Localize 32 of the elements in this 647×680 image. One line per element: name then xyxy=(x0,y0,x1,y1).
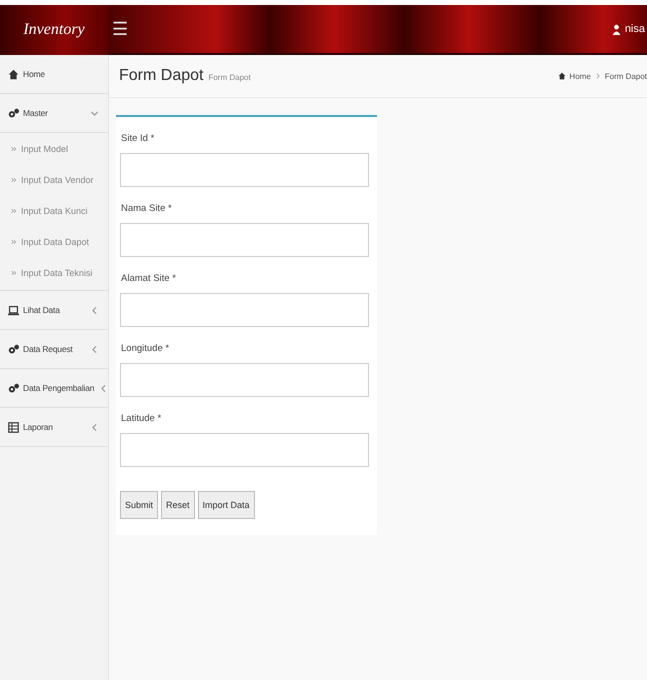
sidebar-label: Data Request xyxy=(23,344,74,354)
form-button[interactable]: Import Data xyxy=(198,491,255,519)
submenu-label: Input Data Dapot xyxy=(21,236,90,246)
sidebar-item[interactable]: Lihat Data xyxy=(0,291,108,330)
field-label: Site Id * xyxy=(121,133,156,144)
submenu-label: Input Data Kunci xyxy=(21,206,88,216)
logo[interactable]: Inventory xyxy=(0,5,108,55)
breadcrumb-item[interactable]: Home xyxy=(569,72,591,80)
submenu-label: Input Model xyxy=(21,144,68,154)
page-subtitle: Form Dapot xyxy=(208,73,251,82)
submenu-label: Input Data Vendor xyxy=(21,174,94,184)
sidebar-item[interactable]: Data Pengembalian xyxy=(0,369,108,408)
breadcrumb-item: Form Dapot xyxy=(604,72,647,80)
sidebar-label: Data Pengembalian xyxy=(23,383,94,393)
sidebar-item[interactable]: Home xyxy=(0,55,108,94)
menu-toggle[interactable]: ☰ xyxy=(112,18,128,40)
sidebar-label: Laporan xyxy=(23,422,54,432)
sidebar-item[interactable]: Data Request xyxy=(0,330,108,369)
sidebar-item[interactable]: Master xyxy=(0,94,108,133)
sidebar-label: Lihat Data xyxy=(23,305,61,315)
field-label: Latitude * xyxy=(121,413,162,424)
sidebar-item[interactable]: Laporan xyxy=(0,408,108,447)
sidebar-label: Home xyxy=(23,69,46,79)
field-label: Alamat Site * xyxy=(121,273,177,284)
field-label: Nama Site * xyxy=(121,203,173,214)
form-button[interactable]: Reset xyxy=(161,491,195,519)
form-button[interactable]: Submit xyxy=(120,491,158,519)
user-menu[interactable]: nisa xyxy=(610,23,645,35)
field-label: Longitude * xyxy=(121,343,170,354)
page-title: Form Dapot xyxy=(119,67,204,85)
submenu-label: Input Data Teknisi xyxy=(21,268,92,278)
sidebar-label: Master xyxy=(23,108,49,118)
